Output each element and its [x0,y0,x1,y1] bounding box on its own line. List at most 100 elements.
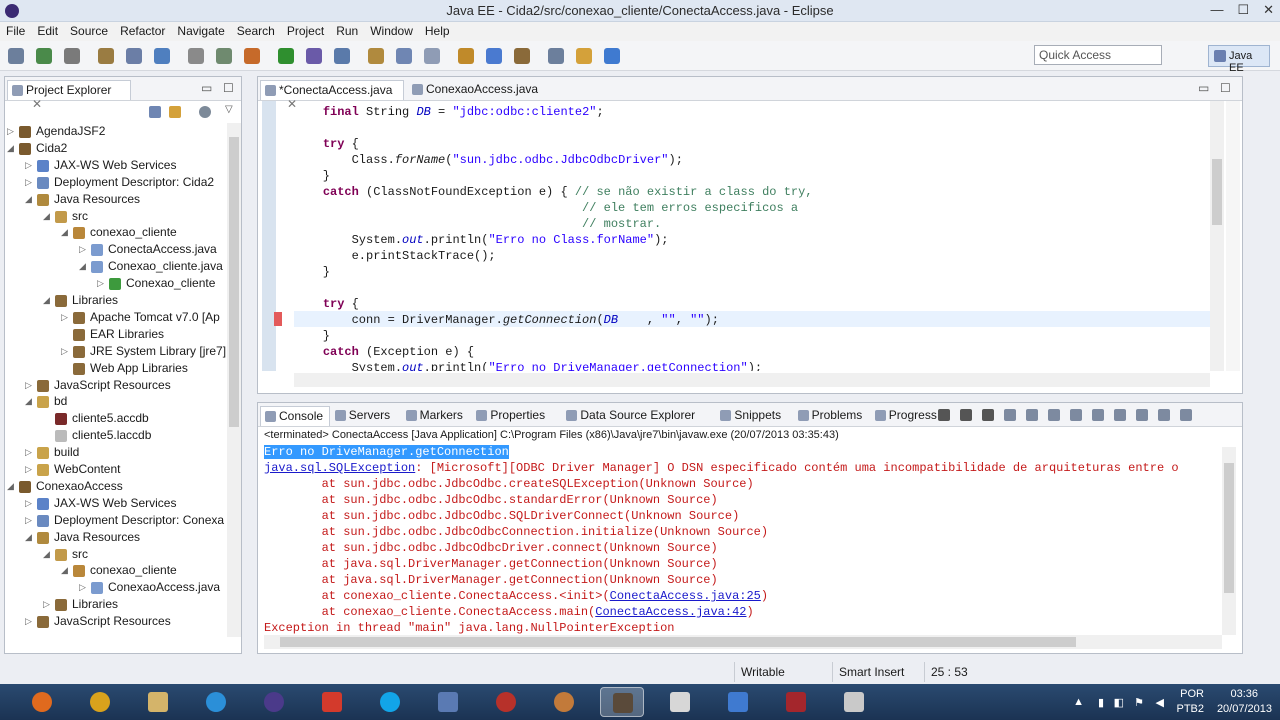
twistie-icon[interactable]: ◢ [25,194,32,205]
minimize-button[interactable]: — [1210,2,1223,18]
tree-item[interactable]: ◢ conexao_cliente [5,562,227,579]
keyboard-layout[interactable]: PTB2 [1176,703,1204,715]
minimize-icon[interactable]: ▭ [1198,81,1209,95]
flag-icon[interactable]: ⚑ [1134,696,1144,709]
twistie-icon[interactable]: ▷ [7,126,14,137]
twistie-icon[interactable]: ◢ [7,143,14,154]
toolbar-icon-10[interactable] [278,48,294,64]
toolbar-icon-15[interactable] [424,48,440,64]
tree-item[interactable]: ◢ ConexaoAccess [5,478,227,495]
tree-item[interactable]: ▷ Deployment Descriptor: Cida2 [5,174,227,191]
menu-edit[interactable]: Edit [31,22,64,41]
tree-item[interactable]: ▷ JAX-WS Web Services [5,495,227,512]
twistie-icon[interactable]: ▷ [61,312,68,323]
console-link[interactable]: ConectaAccess.java:42 [595,605,746,619]
console-toolbar-icon[interactable] [982,409,994,421]
console-toolbar-icon[interactable] [1026,409,1038,421]
console-toolbar-icon[interactable] [1004,409,1016,421]
twistie-icon[interactable]: ◢ [61,227,68,238]
twistie-icon[interactable]: ▷ [25,160,32,171]
explorer-scroll-thumb[interactable] [229,137,239,427]
tree-item[interactable]: ▷ Deployment Descriptor: Conexa [5,512,227,529]
console-tab-properties[interactable]: Properties [472,406,551,426]
toolbar-icon-14[interactable] [396,48,412,64]
twistie-icon[interactable]: ◢ [43,549,50,560]
clock-time[interactable]: 03:36 [1230,688,1258,700]
console-toolbar-icon[interactable] [938,409,950,421]
tree-item[interactable]: Web App Libraries [5,360,227,377]
tab-project-explorer[interactable]: Project Explorer ✕ [7,80,131,111]
toolbar-icon-6[interactable] [154,48,170,64]
tree-item[interactable]: ▷ Apache Tomcat v7.0 [Ap [5,309,227,326]
maximize-button[interactable]: ☐ [1237,2,1249,18]
console-output[interactable]: Erro no DriveManager.getConnection java.s… [264,445,1218,635]
network-icon[interactable]: ◧ [1114,696,1124,709]
tree-item[interactable]: ▷ JavaScript Resources [5,377,227,394]
toolbar-icon-17[interactable] [486,48,502,64]
toolbar-icon-18[interactable] [514,48,530,64]
taskbar-ie-icon[interactable] [194,687,238,717]
error-marker-icon[interactable] [274,312,282,326]
twistie-icon[interactable]: ▷ [25,616,32,627]
toolbar-icon-16[interactable] [458,48,474,64]
console-vscrollbar[interactable] [1222,447,1236,635]
tree-item[interactable]: ▷ ConectaAccess.java [5,241,227,258]
toolbar-icon-8[interactable] [216,48,232,64]
maximize-icon[interactable]: ☐ [1220,81,1231,95]
tree-item[interactable]: ▷ JAX-WS Web Services [5,157,227,174]
tree-item[interactable]: ▷ JRE System Library [jre7] [5,343,227,360]
console-tab-problems[interactable]: Problems [794,406,869,426]
tray-expand-icon[interactable]: ▲ [1073,696,1084,708]
taskbar-skype-icon[interactable] [368,687,412,717]
taskbar-chrome-icon[interactable] [78,687,122,717]
console-toolbar-icon[interactable] [1158,409,1170,421]
view-menu-icon[interactable]: ▽ [225,104,233,115]
tree-item[interactable]: ▷ build [5,444,227,461]
menu-file[interactable]: File [0,22,31,41]
menu-search[interactable]: Search [231,22,281,41]
twistie-icon[interactable]: ◢ [79,261,86,272]
filters-icon[interactable] [199,106,211,118]
menu-run[interactable]: Run [330,22,364,41]
twistie-icon[interactable]: ▷ [79,244,86,255]
console-hscroll-thumb[interactable] [280,637,1076,647]
twistie-icon[interactable]: ◢ [43,211,50,222]
twistie-icon[interactable]: ▷ [25,498,32,509]
close-button[interactable]: ✕ [1263,2,1274,18]
tree-item[interactable]: cliente5.accdb [5,410,227,427]
console-vscroll-thumb[interactable] [1224,463,1234,593]
console-toolbar-icon[interactable] [1048,409,1060,421]
twistie-icon[interactable]: ▷ [25,177,32,188]
tree-item[interactable]: ◢ conexao_cliente [5,224,227,241]
toolbar-icon-20[interactable] [576,48,592,64]
minimize-icon[interactable]: ▭ [201,81,212,95]
tree-item[interactable]: ▷ Conexao_cliente [5,275,227,292]
taskbar-mitt-icon[interactable] [542,687,586,717]
twistie-icon[interactable]: ◢ [43,295,50,306]
collapse-all-icon[interactable] [149,106,161,118]
volume-icon[interactable]: ◀ [1156,696,1164,709]
twistie-icon[interactable]: ▷ [25,447,32,458]
tree-item[interactable]: ▷ AgendaJSF2 [5,123,227,140]
maximize-icon[interactable]: ☐ [223,81,234,95]
console-toolbar-icon[interactable] [1114,409,1126,421]
twistie-icon[interactable]: ◢ [25,532,32,543]
twistie-icon[interactable]: ◢ [7,481,14,492]
console-tab-markers[interactable]: Markers [402,406,469,426]
twistie-icon[interactable]: ▷ [61,346,68,357]
toolbar-icon-9[interactable] [244,48,260,64]
console-toolbar-icon[interactable] [1070,409,1082,421]
taskbar-explorer-icon[interactable] [136,687,180,717]
twistie-icon[interactable]: ▷ [43,599,50,610]
quick-access-input[interactable]: Quick Access [1034,45,1162,65]
explorer-scrollbar[interactable] [227,123,241,637]
console-tab-progress[interactable]: Progress [871,406,943,426]
twistie-icon[interactable]: ◢ [61,565,68,576]
console-hscrollbar[interactable] [264,635,1222,649]
console-toolbar-icon[interactable] [1136,409,1148,421]
console-tab-data-source-explorer[interactable]: Data Source Explorer [562,406,701,426]
tree-item[interactable]: ◢ Cida2 [5,140,227,157]
console-toolbar-icon[interactable] [1180,409,1192,421]
menu-window[interactable]: Window [364,22,419,41]
toolbar-icon-13[interactable] [368,48,384,64]
